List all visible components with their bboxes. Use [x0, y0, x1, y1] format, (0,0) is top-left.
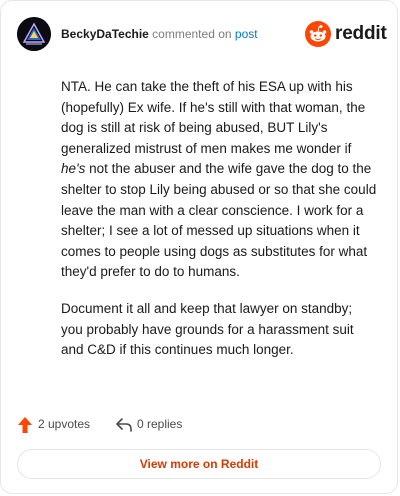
comment-text-part: not the abuser and the wife gave the dog…	[61, 161, 377, 280]
reply-count: 0 replies	[137, 417, 183, 431]
avatar-logo-icon	[17, 17, 51, 51]
upvote-arrow-icon	[18, 417, 32, 433]
view-more-button[interactable]: View more on Reddit	[17, 449, 381, 479]
comment-text-part: NTA. He can take the theft of his ESA up…	[61, 79, 366, 156]
author-name[interactable]: BeckyDaTechie	[61, 27, 149, 41]
comment-body: NTA. He can take the theft of his ESA up…	[61, 77, 377, 377]
user-avatar[interactable]	[17, 17, 51, 51]
post-link[interactable]: post	[235, 27, 258, 41]
comment-emphasis: he's	[61, 161, 86, 177]
header-byline: BeckyDaTechie commented on post	[61, 26, 258, 42]
comment-paragraph: NTA. He can take the theft of his ESA up…	[61, 77, 377, 283]
upvote-count: 2 upvotes	[38, 417, 91, 431]
reddit-brand[interactable]: reddit	[305, 21, 387, 47]
comment-header: BeckyDaTechie commented on post reddit	[17, 17, 387, 51]
reddit-comment-embed: BeckyDaTechie commented on post reddit N…	[0, 0, 398, 494]
reddit-wordmark: reddit	[335, 23, 387, 44]
comment-paragraph: Document it all and keep that lawyer on …	[61, 300, 354, 358]
reply-arrow-icon	[116, 418, 132, 432]
commented-on-text: commented on	[152, 27, 232, 41]
reddit-logo-icon	[305, 21, 331, 47]
